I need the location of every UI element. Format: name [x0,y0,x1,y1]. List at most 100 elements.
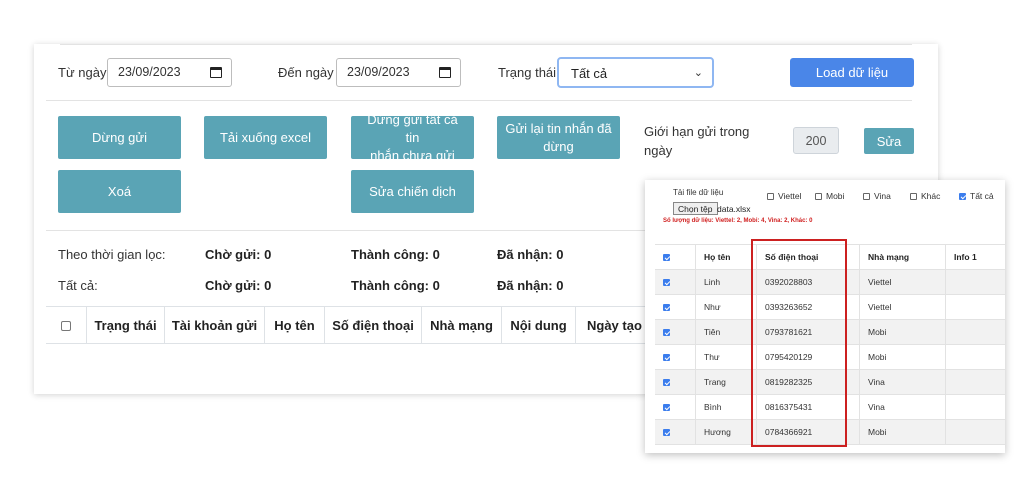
calendar-icon[interactable] [439,67,451,78]
delete-button[interactable]: Xoá [58,170,181,213]
daily-limit-input[interactable]: 200 [793,127,839,154]
preview-column-info1: Info 1 [945,245,1005,269]
filtered-stats-label: Theo thời gian lọc: [58,247,166,262]
filter-vina[interactable]: Vina [863,191,891,201]
resend-stopped-button[interactable]: Gửi lại tin nhắn đã dừng [497,116,620,159]
filter-mobi-label: Mobi [826,191,845,201]
row-name: Hương [695,420,756,444]
filter-viettel[interactable]: Viettel [767,191,801,201]
select-all-checkbox-cell[interactable] [46,307,86,344]
row-name: Tiên [695,320,756,344]
to-date-label: Đến ngày [278,65,334,80]
row-info1 [945,295,1005,319]
row-carrier: Mobi [859,420,945,444]
filter-all-label: Tất cả [970,191,994,201]
row-checkbox[interactable] [663,403,670,411]
choose-file-button[interactable]: Chọn tệp [673,202,718,215]
stop-all-unsent-button[interactable]: Dừng gửi tất cả tin nhắn chưa gửi [351,112,474,163]
divider [46,100,912,101]
edit-limit-button[interactable]: Sửa [864,128,914,154]
row-info1 [945,420,1005,444]
preview-select-all-checkbox[interactable] [663,253,670,261]
status-label: Trạng thái [498,65,557,80]
all-received-count: Đã nhận: 0 [497,278,564,293]
to-date-input[interactable]: 23/09/2023 [336,58,461,87]
filter-other-label: Khác [921,191,941,201]
row-carrier: Vina [859,370,945,394]
all-success-count: Thành công: 0 [351,278,440,293]
row-name: Trang [695,370,756,394]
row-checkbox-cell[interactable] [655,270,695,294]
filter-mobi[interactable]: Mobi [815,191,844,201]
filter-viettel-checkbox[interactable] [767,192,774,200]
column-status[interactable]: Trạng thái [86,307,164,344]
column-carrier[interactable]: Nhà mạng [421,307,501,344]
filtered-received-count: Đã nhận: 0 [497,247,564,262]
row-checkbox-cell[interactable] [655,420,695,444]
row-checkbox[interactable] [663,303,670,311]
filter-vina-checkbox[interactable] [863,192,870,200]
filter-vina-label: Vina [874,191,891,201]
data-count-summary: Số lượng dữ liệu: Viettel: 2, Mobi: 4, V… [663,218,813,224]
filtered-pending-count: Chờ gửi: 0 [205,247,272,262]
phone-column-highlight [751,239,847,447]
stop-send-button[interactable]: Dừng gửi [58,116,181,159]
filter-mobi-checkbox[interactable] [815,192,822,200]
preview-column-name: Họ tên [695,245,756,269]
row-checkbox-cell[interactable] [655,345,695,369]
divider [60,44,912,45]
status-select[interactable]: Tất cả ⌄ [557,57,714,88]
column-sender-account[interactable]: Tài khoản gửi [164,307,264,344]
from-date-input[interactable]: 23/09/2023 [107,58,232,87]
stop-all-unsent-line2: nhắn chưa gửi [370,147,455,163]
screenshot-stage: Từ ngày 23/09/2023 Đến ngày 23/09/2023 T… [0,0,1024,488]
selected-file-name: data.xlsx [717,204,751,214]
select-all-checkbox[interactable] [61,320,71,331]
resend-stopped-line2: dừng [543,138,574,154]
row-checkbox-cell[interactable] [655,320,695,344]
column-created-date[interactable]: Ngày tạo [575,307,646,344]
filter-all[interactable]: Tất cả [959,191,994,201]
preview-select-all-cell[interactable] [655,245,695,269]
load-data-button[interactable]: Load dữ liệu [790,58,914,87]
all-stats-label: Tất cả: [58,278,98,293]
filter-viettel-label: Viettel [778,191,802,201]
row-carrier: Viettel [859,270,945,294]
messages-table-header: Trạng thái Tài khoản gửi Họ tên Số điện … [46,306,646,344]
row-checkbox-cell[interactable] [655,395,695,419]
row-checkbox[interactable] [663,378,670,386]
calendar-icon[interactable] [210,67,222,78]
daily-limit-label: Giới hạn gửi trong ngày [644,122,754,160]
row-carrier: Mobi [859,345,945,369]
from-date-label: Từ ngày [58,65,107,80]
filter-all-checkbox[interactable] [959,192,966,200]
stop-all-unsent-line1: Dừng gửi tất cả tin [367,111,458,145]
row-checkbox[interactable] [663,328,670,336]
row-name: Thư [695,345,756,369]
divider [46,230,646,231]
filter-other[interactable]: Khác [910,191,940,201]
row-info1 [945,320,1005,344]
row-checkbox-cell[interactable] [655,295,695,319]
column-phone[interactable]: Số điện thoại [324,307,421,344]
row-checkbox[interactable] [663,428,670,436]
from-date-value: 23/09/2023 [118,65,181,79]
all-pending-count: Chờ gửi: 0 [205,278,272,293]
upload-file-label: Tải file dữ liệu [673,188,724,197]
download-excel-button[interactable]: Tải xuống excel [204,116,327,159]
column-content[interactable]: Nội dung [501,307,575,344]
filtered-success-count: Thành công: 0 [351,247,440,262]
row-name: Như [695,295,756,319]
preview-column-carrier: Nhà mạng [859,245,945,269]
daily-limit-label-line2: ngày [644,143,673,158]
to-date-value: 23/09/2023 [347,65,410,79]
row-checkbox[interactable] [663,353,670,361]
row-checkbox[interactable] [663,278,670,286]
row-carrier: Viettel [859,295,945,319]
row-info1 [945,395,1005,419]
column-full-name[interactable]: Họ tên [264,307,324,344]
row-checkbox-cell[interactable] [655,370,695,394]
edit-campaign-button[interactable]: Sửa chiến dịch [351,170,474,213]
filter-other-checkbox[interactable] [910,192,917,200]
row-info1 [945,270,1005,294]
